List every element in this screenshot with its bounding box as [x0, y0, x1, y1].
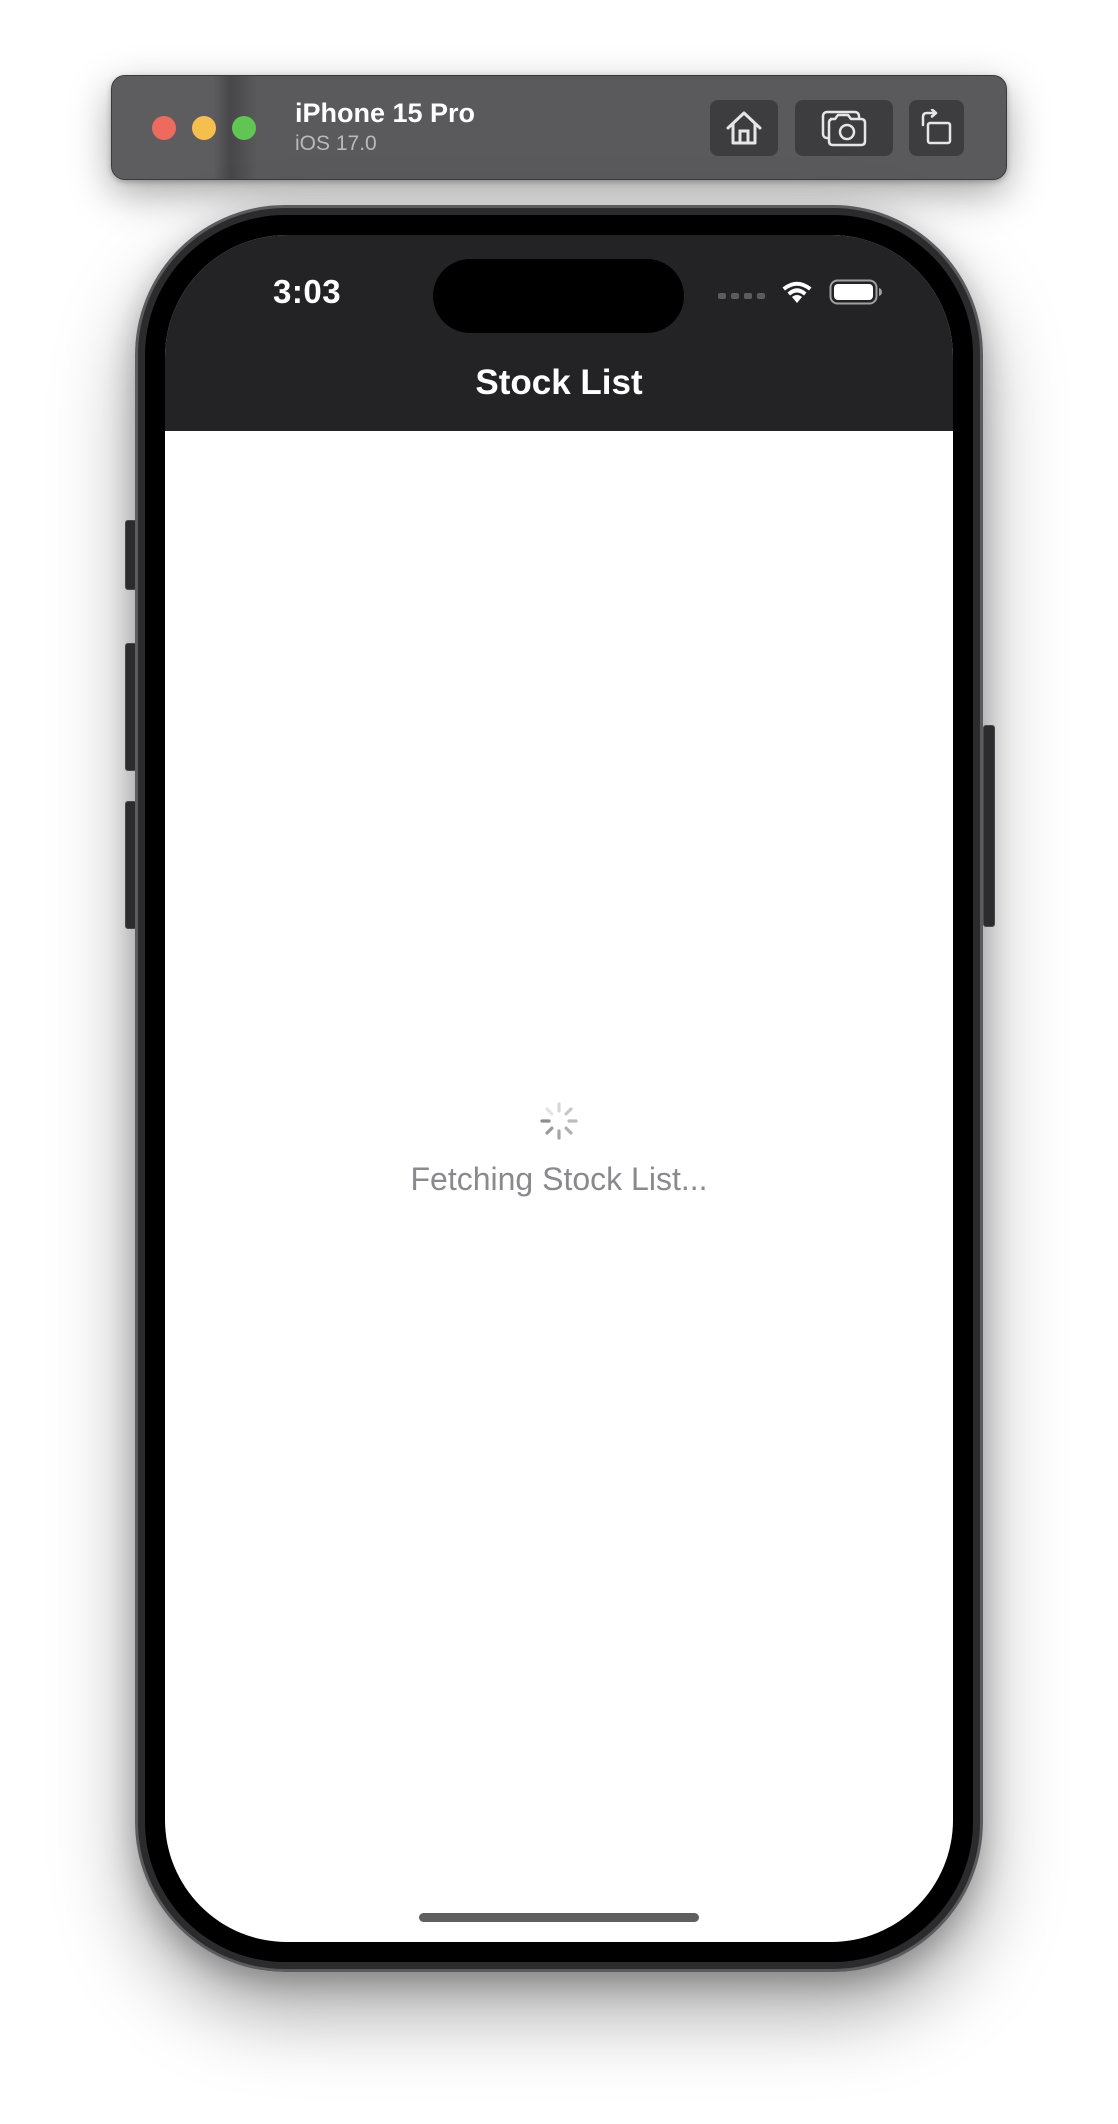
camera-icon [821, 110, 867, 147]
navigation-bar: 3:03 Stock List [165, 235, 953, 431]
page-title: Stock List [475, 363, 643, 402]
loading-text: Fetching Stock List... [410, 1161, 708, 1197]
simulator-toolbar: iPhone 15 Pro iOS 17.0 [111, 75, 1007, 180]
device-name: iPhone 15 Pro [295, 98, 476, 128]
rotate-icon [921, 109, 951, 145]
wifi-icon [782, 281, 812, 303]
side-power-button [983, 725, 995, 927]
dynamic-island [433, 259, 684, 333]
battery-icon [829, 279, 882, 305]
status-time: 3:03 [273, 273, 342, 310]
os-version: iOS 17.0 [295, 132, 377, 155]
zoom-window-button[interactable] [232, 116, 256, 140]
home-icon [726, 111, 762, 145]
cellular-signal-icon [718, 293, 765, 299]
close-window-button[interactable] [152, 116, 176, 140]
loading-indicator: Fetching Stock List... [165, 1101, 953, 1198]
screenshot-button[interactable] [795, 100, 893, 156]
activity-indicator-icon [540, 1102, 578, 1140]
phone-screen: 3:03 Stock List Fetching Stock List... [165, 235, 953, 1942]
status-indicators [718, 279, 883, 305]
simulator-window: iPhone 15 Pro iOS 17.0 3:03 Stock List F… [0, 0, 1118, 2124]
minimize-window-button[interactable] [192, 116, 216, 140]
home-button[interactable] [710, 100, 778, 156]
home-indicator[interactable] [419, 1913, 699, 1922]
rotate-button[interactable] [909, 100, 964, 156]
